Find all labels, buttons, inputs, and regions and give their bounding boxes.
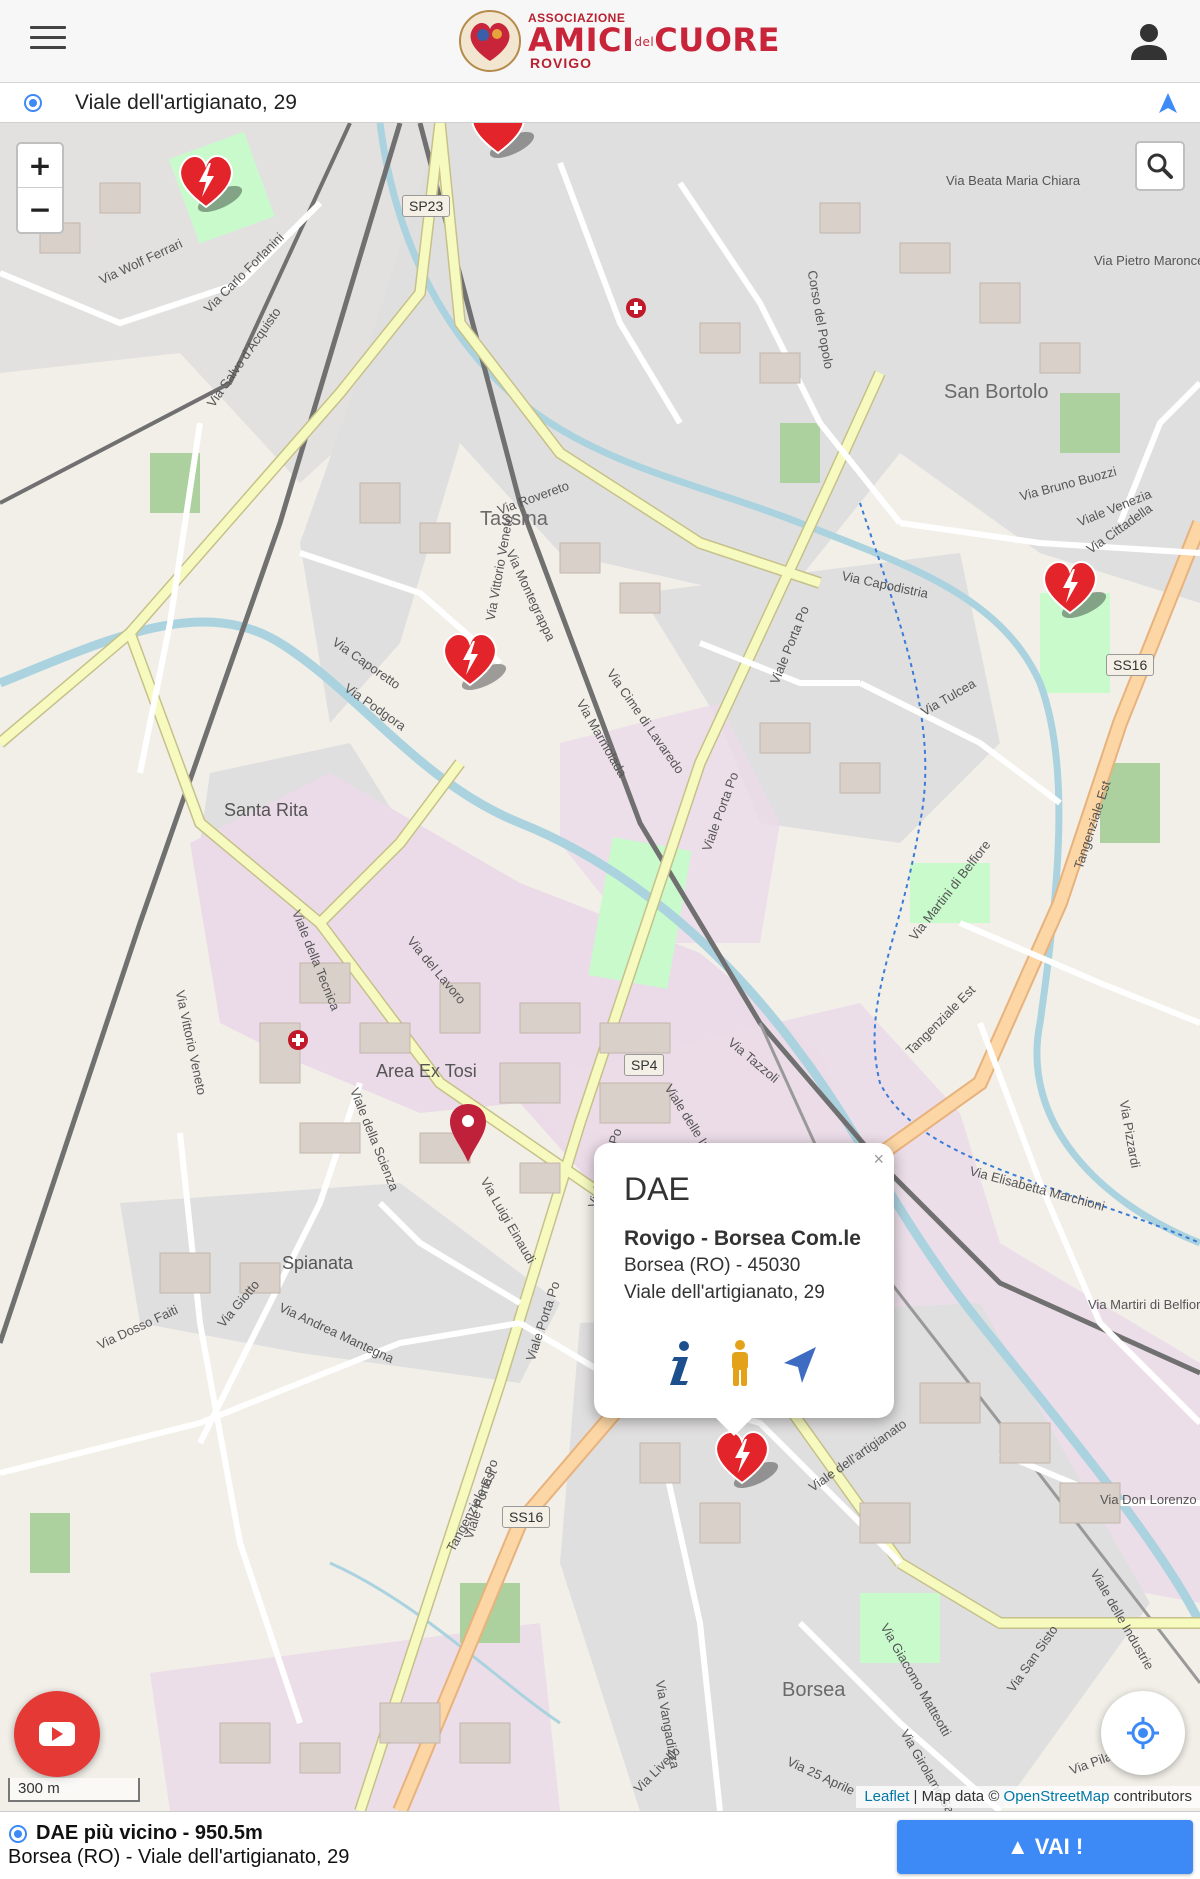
popup-location-name: Rovigo - Borsea Com.le xyxy=(624,1227,861,1250)
app-root: ASSOCIAZIONE AMICIdelCUORE ROVIGO Viale … xyxy=(0,0,1200,1879)
zoom-control: + − xyxy=(16,142,64,234)
popup-title: DAE xyxy=(624,1171,690,1207)
youtube-button[interactable] xyxy=(14,1691,100,1777)
account-icon[interactable] xyxy=(1128,20,1170,62)
aed-heart-marker-icon[interactable] xyxy=(464,123,538,159)
place-label-spianata: Spianata xyxy=(282,1253,354,1273)
place-label-san-bortolo: San Bortolo xyxy=(944,381,1049,403)
address-text: Viale dell'artigianato, 29 xyxy=(75,91,297,114)
nearest-aed-bar: DAE più vicino - 950.5m Borsea (RO) - Vi… xyxy=(0,1811,1200,1879)
logo-heart-icon xyxy=(459,10,521,72)
place-label-borsea: Borsea xyxy=(782,1679,846,1701)
my-location-button[interactable] xyxy=(1101,1691,1185,1775)
street-label: Via Martiri di Belfiore xyxy=(1088,1297,1200,1312)
search-icon xyxy=(1147,153,1173,179)
nearest-aed-address: Borsea (RO) - Viale dell'artigianato, 29 xyxy=(8,1846,350,1868)
app-logo: ASSOCIAZIONE AMICIdelCUORE ROVIGO xyxy=(456,4,780,78)
my-location-icon xyxy=(1127,1717,1159,1749)
zoom-out-button[interactable]: − xyxy=(18,188,62,232)
logo-city: ROVIGO xyxy=(530,55,593,71)
youtube-icon xyxy=(39,1722,75,1746)
map-search-button[interactable] xyxy=(1135,141,1185,191)
go-button[interactable]: ▲ VAI ! xyxy=(897,1820,1193,1874)
aed-heart-marker-icon[interactable] xyxy=(172,147,246,213)
map-scale: 300 m xyxy=(8,1778,140,1802)
nearest-aed-title: DAE più vicino - 950.5m xyxy=(36,1822,263,1844)
place-label-santa-rita: Santa Rita xyxy=(224,800,309,820)
popup-address-city: Borsea (RO) - 45030 xyxy=(624,1255,801,1276)
navigation-arrow-icon[interactable] xyxy=(1158,92,1178,114)
location-pin-icon xyxy=(9,1825,27,1843)
road-shield-sp23: SP23 xyxy=(402,195,451,217)
location-pin-icon xyxy=(24,94,42,112)
openstreetmap-link[interactable]: OpenStreetMap xyxy=(1004,1788,1110,1805)
map-attribution: Leaflet | Map data © OpenStreetMap contr… xyxy=(856,1786,1200,1808)
street-label: Via Don Lorenzo xyxy=(1100,1492,1197,1507)
aed-heart-marker-icon[interactable] xyxy=(1036,553,1110,619)
aed-heart-marker-icon[interactable] xyxy=(436,625,510,691)
directions-icon[interactable] xyxy=(780,1339,820,1387)
marker-popup: × DAE Rovigo - Borsea Com.le Borsea (RO)… xyxy=(594,1143,894,1436)
zoom-in-button[interactable]: + xyxy=(18,144,62,188)
popup-address-street: Viale dell'artigianato, 29 xyxy=(624,1282,825,1303)
hamburger-icon[interactable] xyxy=(30,26,66,54)
current-location-pin-icon xyxy=(450,1104,486,1162)
info-icon[interactable] xyxy=(660,1339,700,1387)
address-bar: Viale dell'artigianato, 29 xyxy=(0,83,1200,123)
logo-main-text: AMICIdelCUORE xyxy=(528,21,780,59)
popup-actions xyxy=(660,1339,820,1387)
map-tiles xyxy=(0,123,1200,1811)
road-shield-ss16: SS16 xyxy=(1106,654,1155,676)
map-view[interactable]: San Bortolo Tassina Santa Rita Area Ex T… xyxy=(0,123,1200,1811)
leaflet-link[interactable]: Leaflet xyxy=(864,1788,909,1805)
street-label: Via Beata Maria Chiara xyxy=(946,173,1081,188)
app-header: ASSOCIAZIONE AMICIdelCUORE ROVIGO xyxy=(0,0,1200,83)
pedestrian-icon[interactable] xyxy=(720,1339,760,1387)
road-shield-sp4: SP4 xyxy=(624,1054,665,1076)
popup-close-button[interactable]: × xyxy=(873,1149,884,1170)
road-shield-ss16: SS16 xyxy=(502,1506,551,1528)
place-label-area-ex-tosi: Area Ex Tosi xyxy=(376,1061,477,1081)
street-label: Via Pietro Maroncelli xyxy=(1094,253,1200,268)
